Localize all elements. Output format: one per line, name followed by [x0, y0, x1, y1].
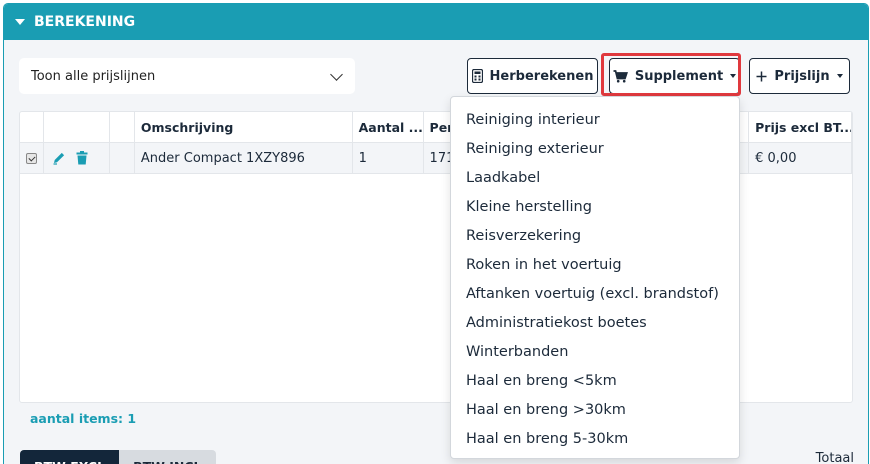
pricelist-filter-select[interactable]: Toon alle prijslijnen: [19, 58, 355, 94]
row-select-cell: [20, 143, 44, 173]
menu-item-reiniging-interieur[interactable]: Reiniging interieur: [451, 105, 739, 134]
herberekenen-button[interactable]: Herberekenen: [467, 58, 598, 94]
menu-item-laadkabel[interactable]: Laadkabel: [451, 163, 739, 192]
row-aantal: 1: [353, 143, 424, 173]
caret-down-icon: [836, 74, 843, 78]
menu-item-winterbanden[interactable]: Winterbanden: [451, 337, 739, 366]
row-checkbox[interactable]: [26, 152, 37, 164]
menu-item-haal-breng-5[interactable]: Haal en breng <5km: [451, 366, 739, 395]
chevron-down-icon: [330, 68, 343, 81]
row-blank-cell: [110, 143, 135, 173]
add-prijslijn-button[interactable]: Prijslijn: [749, 58, 850, 94]
menu-item-roken[interactable]: Roken in het voertuig: [451, 250, 739, 279]
header-aantal[interactable]: Aantal ...: [353, 112, 424, 142]
tab-btw-incl[interactable]: BTW INCL: [119, 450, 216, 464]
prijslijn-label: Prijslijn: [774, 68, 830, 84]
header-omschrijving[interactable]: Omschrijving: [135, 112, 353, 142]
row-omschrijving: Ander Compact 1XZY896: [135, 143, 353, 173]
menu-item-administratiekost[interactable]: Administratiekost boetes: [451, 308, 739, 337]
vat-tabs: BTW EXCL BTW INCL: [20, 450, 216, 464]
row-actions-cell: [44, 143, 110, 173]
caret-down-icon: [15, 19, 25, 25]
pencil-icon[interactable]: [52, 151, 66, 165]
menu-item-reiniging-exterieur[interactable]: Reiniging exterieur: [451, 134, 739, 163]
header-select-cell: [20, 112, 44, 142]
menu-item-aftanken[interactable]: Aftanken voertuig (excl. brandstof): [451, 279, 739, 308]
supplement-highlight-box: [601, 53, 741, 96]
trash-icon[interactable]: [76, 151, 88, 165]
menu-item-reisverzekering[interactable]: Reisverzekering: [451, 221, 739, 250]
panel-header[interactable]: BEREKENING: [4, 4, 868, 40]
header-actions-cell: [44, 112, 110, 142]
menu-item-haal-breng-30[interactable]: Haal en breng >30km: [451, 395, 739, 424]
panel-title: BEREKENING: [34, 14, 136, 30]
herberekenen-label: Herberekenen: [489, 68, 594, 84]
supplement-dropdown-menu: Reiniging interieur Reiniging exterieur …: [450, 96, 740, 459]
header-prijs[interactable]: Prijs excl BT...: [749, 112, 852, 142]
tab-btw-excl[interactable]: BTW EXCL: [20, 450, 120, 464]
row-prijs: € 0,00: [749, 143, 852, 173]
item-count: aantal items: 1: [30, 411, 137, 426]
menu-item-kleine-herstelling[interactable]: Kleine herstelling: [451, 192, 739, 221]
menu-item-haal-breng-5-30[interactable]: Haal en breng 5-30km: [451, 424, 739, 453]
pricelist-filter-value: Toon alle prijslijnen: [31, 68, 156, 84]
totaal-label: Totaal: [815, 451, 854, 464]
header-blank-cell: [110, 112, 135, 142]
calculator-icon: [471, 69, 483, 83]
plus-icon: [756, 71, 767, 81]
